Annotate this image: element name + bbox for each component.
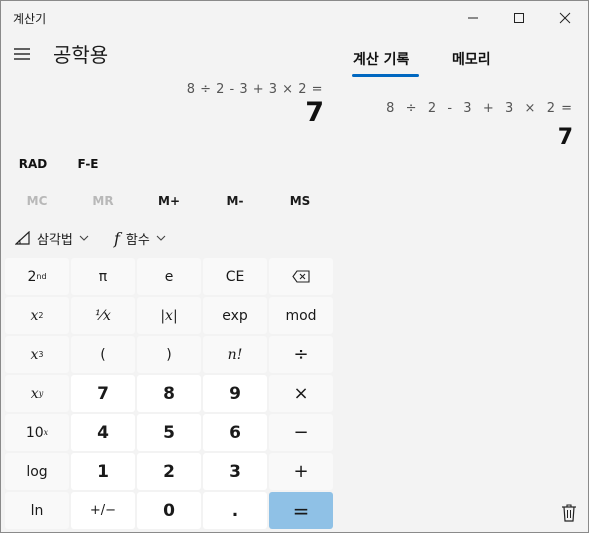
decimal-point-key[interactable]: . xyxy=(203,492,267,529)
key-superscript: nd xyxy=(36,272,47,281)
second-function-key[interactable]: 2nd xyxy=(5,258,69,295)
angle-unit-button[interactable]: RAD xyxy=(3,151,63,177)
chevron-down-icon xyxy=(79,235,89,241)
minimize-button[interactable] xyxy=(450,1,496,35)
divide-key[interactable]: ÷ xyxy=(269,336,333,373)
digit-8-key[interactable]: 8 xyxy=(137,375,201,412)
key-label: |x| xyxy=(160,307,178,324)
multiply-key[interactable]: × xyxy=(269,375,333,412)
power-key[interactable]: xy xyxy=(5,375,69,412)
e-key[interactable]: e xyxy=(137,258,201,295)
digit-7-key[interactable]: 7 xyxy=(71,375,135,412)
history-item-result[interactable]: 7 xyxy=(558,125,573,150)
digit-3-key[interactable]: 3 xyxy=(203,453,267,490)
digit-5-key[interactable]: 5 xyxy=(137,414,201,451)
close-icon xyxy=(559,12,571,24)
exp-key[interactable]: exp xyxy=(203,297,267,334)
result-display: 7 xyxy=(305,97,324,128)
key-label: x xyxy=(30,307,39,324)
memory-subtract-button[interactable]: M- xyxy=(203,188,267,214)
key-superscript: 2 xyxy=(38,311,44,320)
cube-key[interactable]: x3 xyxy=(5,336,69,373)
memory-store-button[interactable]: MS xyxy=(268,188,332,214)
chevron-down-icon xyxy=(156,235,166,241)
equals-key[interactable]: = xyxy=(269,492,333,529)
digit-4-key[interactable]: 4 xyxy=(71,414,135,451)
maximize-button[interactable] xyxy=(496,1,542,35)
keypad: 2nd π e CE x2 ⅟x |x| exp mod x3 ( ) n! ÷… xyxy=(4,257,334,531)
key-label: x xyxy=(30,385,39,402)
digit-0-key[interactable]: 0 xyxy=(137,492,201,529)
minimize-icon xyxy=(468,17,478,19)
fe-toggle-button[interactable]: F-E xyxy=(58,151,118,177)
memory-recall-button[interactable]: MR xyxy=(71,188,135,214)
reciprocal-key[interactable]: ⅟x xyxy=(71,297,135,334)
key-label: n! xyxy=(227,346,243,363)
tab-memory[interactable]: 메모리 xyxy=(452,49,491,69)
key-superscript: y xyxy=(38,389,44,398)
digit-2-key[interactable]: 2 xyxy=(137,453,201,490)
absolute-value-key[interactable]: |x| xyxy=(137,297,201,334)
factorial-key[interactable]: n! xyxy=(203,336,267,373)
memory-clear-button[interactable]: MC xyxy=(5,188,69,214)
app-title: 계산기 xyxy=(13,12,47,26)
trigonometry-dropdown[interactable]: 삼각법 xyxy=(15,226,89,250)
tab-history[interactable]: 계산 기록 xyxy=(353,49,409,69)
key-superscript: 3 xyxy=(38,350,44,359)
add-key[interactable]: + xyxy=(269,453,333,490)
square-key[interactable]: x2 xyxy=(5,297,69,334)
function-label: 함수 xyxy=(125,232,150,248)
digit-9-key[interactable]: 9 xyxy=(203,375,267,412)
pi-key[interactable]: π xyxy=(71,258,135,295)
key-label: 2 xyxy=(27,268,37,285)
ten-power-key[interactable]: 10 x xyxy=(5,414,69,451)
key-superscript: x xyxy=(43,428,49,437)
digit-6-key[interactable]: 6 xyxy=(203,414,267,451)
close-button[interactable] xyxy=(542,1,588,35)
active-tab-indicator xyxy=(352,74,419,77)
expression-display: 8 ÷ 2 - 3 + 3 × 2 = xyxy=(186,82,323,97)
key-label: ⅟x xyxy=(95,307,111,324)
calculator-window: 계산기 공학용 8 ÷ 2 - 3 + 3 × 2 = 7 RAD F-E MC… xyxy=(0,0,589,533)
clear-entry-key[interactable]: CE xyxy=(203,258,267,295)
clear-history-button[interactable] xyxy=(558,501,580,525)
right-paren-key[interactable]: ) xyxy=(137,336,201,373)
title-bar: 계산기 xyxy=(1,1,588,35)
log-key[interactable]: log xyxy=(5,453,69,490)
negate-key[interactable]: +/− xyxy=(71,492,135,529)
mod-key[interactable]: mod xyxy=(269,297,333,334)
backspace-key[interactable] xyxy=(269,258,333,295)
trig-icon xyxy=(15,231,31,245)
hamburger-icon xyxy=(14,48,30,60)
trigonometry-label: 삼각법 xyxy=(37,232,73,248)
navigation-menu-button[interactable] xyxy=(9,41,35,67)
mode-title: 공학용 xyxy=(53,43,109,67)
memory-add-button[interactable]: M+ xyxy=(137,188,201,214)
key-label: 10 xyxy=(25,424,44,441)
function-dropdown[interactable]: f 함수 xyxy=(114,226,166,250)
key-label: x xyxy=(30,346,39,363)
trash-icon xyxy=(562,504,576,522)
subtract-key[interactable]: − xyxy=(269,414,333,451)
backspace-icon xyxy=(292,270,310,283)
ln-key[interactable]: ln xyxy=(5,492,69,529)
digit-1-key[interactable]: 1 xyxy=(71,453,135,490)
left-paren-key[interactable]: ( xyxy=(71,336,135,373)
history-item-expression[interactable]: 8 ÷ 2 - 3 + 3 × 2 = xyxy=(386,101,573,116)
function-icon: f xyxy=(114,228,120,248)
maximize-icon xyxy=(514,13,524,23)
